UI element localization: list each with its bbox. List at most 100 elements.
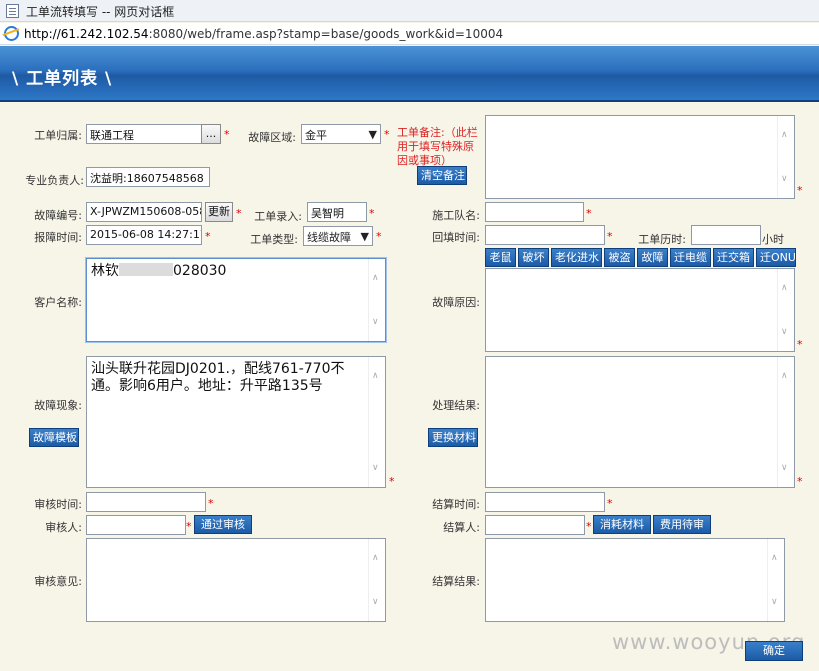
- remark-label: 工单备注:（此栏用于填写特殊原因或事项）: [397, 126, 478, 167]
- phenomenon-label: 故障现象:: [34, 399, 82, 412]
- result-textarea[interactable]: ∧ ∨: [485, 356, 795, 488]
- customer-name-tail: 028030: [173, 263, 227, 279]
- required-mark: *: [369, 207, 375, 220]
- chevron-down-icon: ▼: [360, 230, 369, 243]
- scroll-down-icon: ∨: [372, 597, 379, 607]
- scrollbar[interactable]: ∧ ∨: [368, 539, 385, 621]
- customer-name-head: 林钦: [91, 263, 119, 279]
- required-mark: *: [224, 128, 230, 141]
- scroll-up-icon: ∧: [372, 273, 379, 283]
- type-select[interactable]: 线缆故障 ▼: [303, 226, 373, 246]
- scroll-down-icon: ∨: [771, 597, 778, 607]
- report-time-label: 报障时间:: [34, 231, 82, 244]
- required-mark: *: [186, 520, 192, 533]
- auditor-label: 审核人:: [45, 521, 82, 534]
- audit-time-field[interactable]: [86, 492, 206, 512]
- backfill-time-field[interactable]: [485, 225, 605, 245]
- report-time-field[interactable]: 2015-06-08 14:27:17: [86, 225, 202, 245]
- required-mark: *: [208, 497, 214, 510]
- scroll-down-icon: ∨: [372, 317, 379, 327]
- backfill-label: 回填时间:: [432, 231, 480, 244]
- manager-field[interactable]: 沈益明:18607548568: [86, 167, 210, 187]
- page-title: \ 工单列表 \: [12, 69, 113, 89]
- fault-template-button[interactable]: 故障模板: [29, 428, 79, 447]
- ok-button[interactable]: 确定: [745, 641, 803, 661]
- required-mark: *: [384, 128, 390, 141]
- customer-name-text: 林钦 028030: [91, 263, 363, 280]
- scroll-up-icon: ∧: [781, 130, 788, 140]
- tag-button-mouse[interactable]: 老鼠: [485, 248, 516, 267]
- settler-field[interactable]: [485, 515, 585, 535]
- cause-textarea[interactable]: ∧ ∨: [485, 268, 795, 352]
- type-label: 工单类型:: [250, 233, 298, 246]
- settle-time-field[interactable]: [485, 492, 605, 512]
- tag-button-damage[interactable]: 破坏: [518, 248, 549, 267]
- scrollbar[interactable]: ∧ ∨: [777, 357, 794, 487]
- scroll-up-icon: ∧: [781, 283, 788, 293]
- area-select-value: 金平: [305, 129, 327, 142]
- required-mark: *: [797, 184, 803, 197]
- scrollbar[interactable]: ∧ ∨: [777, 269, 794, 351]
- remark-textarea[interactable]: ∧ ∨: [485, 115, 795, 199]
- required-mark: *: [236, 207, 242, 220]
- tag-button-aging[interactable]: 老化进水: [551, 248, 602, 267]
- cost-pending-button[interactable]: 费用待审: [653, 515, 711, 534]
- scroll-down-icon: ∨: [372, 463, 379, 473]
- scroll-up-icon: ∧: [781, 371, 788, 381]
- crew-field[interactable]: [485, 202, 584, 222]
- customer-textarea[interactable]: 林钦 028030 ∧ ∨: [86, 258, 386, 342]
- phenomenon-text: 汕头联升花园DJ0201.，配线761-770不通。影响6用户。地址：升平路13…: [91, 361, 345, 394]
- update-button[interactable]: 更新: [205, 202, 233, 222]
- owner-field[interactable]: 联通工程: [86, 124, 202, 144]
- pass-audit-button[interactable]: 通过审核: [194, 515, 252, 534]
- tag-button-fault[interactable]: 故障: [637, 248, 668, 267]
- settle-result-textarea[interactable]: ∧ ∨: [485, 538, 785, 622]
- address-path: :8080/web/frame.asp?stamp=base/goods_wor…: [148, 27, 504, 41]
- scrollbar[interactable]: ∧ ∨: [777, 116, 794, 198]
- result-label: 处理结果:: [432, 399, 480, 412]
- owner-browse-button[interactable]: ...: [201, 124, 221, 144]
- entry-field[interactable]: 吴智明: [307, 202, 367, 222]
- tag-button-move-box[interactable]: 迁交箱: [713, 248, 754, 267]
- audit-opinion-textarea[interactable]: ∧ ∨: [86, 538, 386, 622]
- scroll-up-icon: ∧: [771, 553, 778, 563]
- clear-remark-button[interactable]: 清空备注: [417, 166, 467, 185]
- phenomenon-textarea[interactable]: 汕头联升花园DJ0201.，配线761-770不通。影响6用户。地址：升平路13…: [86, 356, 386, 488]
- entry-label: 工单录入:: [254, 210, 302, 223]
- audit-time-label: 审核时间:: [34, 498, 82, 511]
- scroll-up-icon: ∧: [372, 371, 379, 381]
- duration-label: 工单历时:: [638, 233, 686, 246]
- required-mark: *: [376, 230, 382, 243]
- manager-label: 专业负责人:: [25, 174, 84, 187]
- tag-button-move-onu[interactable]: 迁ONU: [756, 248, 796, 267]
- scroll-up-icon: ∧: [372, 553, 379, 563]
- required-mark: *: [797, 338, 803, 351]
- required-mark: *: [205, 230, 211, 243]
- scrollbar[interactable]: ∧ ∨: [767, 539, 784, 621]
- settler-label: 结算人:: [443, 521, 480, 534]
- owner-label: 工单归属:: [34, 129, 82, 142]
- consume-material-button[interactable]: 消耗材料: [593, 515, 651, 534]
- auditor-field[interactable]: [86, 515, 186, 535]
- required-mark: *: [607, 230, 613, 243]
- address-url: http://61.242.102.54:8080/web/frame.asp?…: [24, 27, 503, 41]
- scrollbar[interactable]: ∧ ∨: [368, 259, 385, 341]
- window-title: 工单流转填写 -- 网页对话框: [26, 5, 175, 19]
- scrollbar[interactable]: ∧ ∨: [368, 357, 385, 487]
- redacted-block: [119, 263, 173, 276]
- area-select[interactable]: 金平 ▼: [301, 124, 381, 144]
- hours-unit: 小时: [762, 233, 784, 246]
- change-material-button[interactable]: 更换材料: [428, 428, 478, 447]
- fault-no-field[interactable]: X-JPWZM150608-058: [86, 202, 202, 222]
- area-label: 故障区域:: [248, 131, 296, 144]
- address-bar: http://61.242.102.54:8080/web/frame.asp?…: [0, 23, 819, 45]
- required-mark: *: [586, 207, 592, 220]
- cause-label: 故障原因:: [432, 296, 480, 309]
- tag-button-move-cable[interactable]: 迁电缆: [670, 248, 711, 267]
- audit-opinion-label: 审核意见:: [34, 575, 82, 588]
- chevron-down-icon: ▼: [368, 128, 377, 141]
- duration-field[interactable]: [691, 225, 761, 245]
- type-select-value: 线缆故障: [307, 231, 351, 244]
- required-mark: *: [586, 520, 592, 533]
- tag-button-stolen[interactable]: 被盗: [604, 248, 635, 267]
